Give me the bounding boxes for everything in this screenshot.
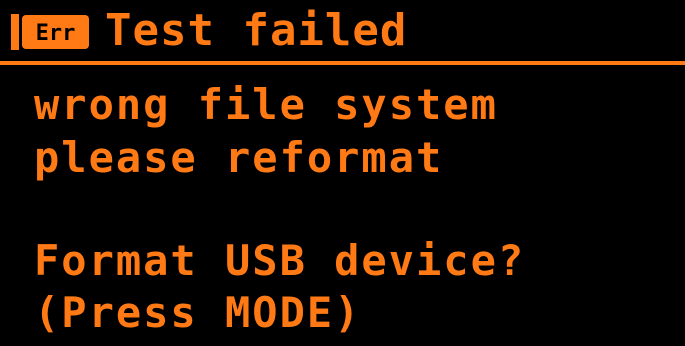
title-bar: Err Test failed	[0, 0, 685, 64]
svg-text:Err: Err	[36, 21, 76, 46]
title-divider	[0, 61, 685, 65]
device-display: Err Test failed wrong file system please…	[0, 0, 685, 346]
screen-title: Test failed	[105, 5, 408, 56]
format-instruction: (Press MODE)	[34, 288, 362, 337]
err-icon: Err	[10, 13, 92, 51]
format-prompt: Format USB device?	[34, 236, 526, 285]
error-message-line-2: please reformat	[34, 133, 444, 182]
error-message-line-1: wrong file system	[34, 80, 498, 129]
